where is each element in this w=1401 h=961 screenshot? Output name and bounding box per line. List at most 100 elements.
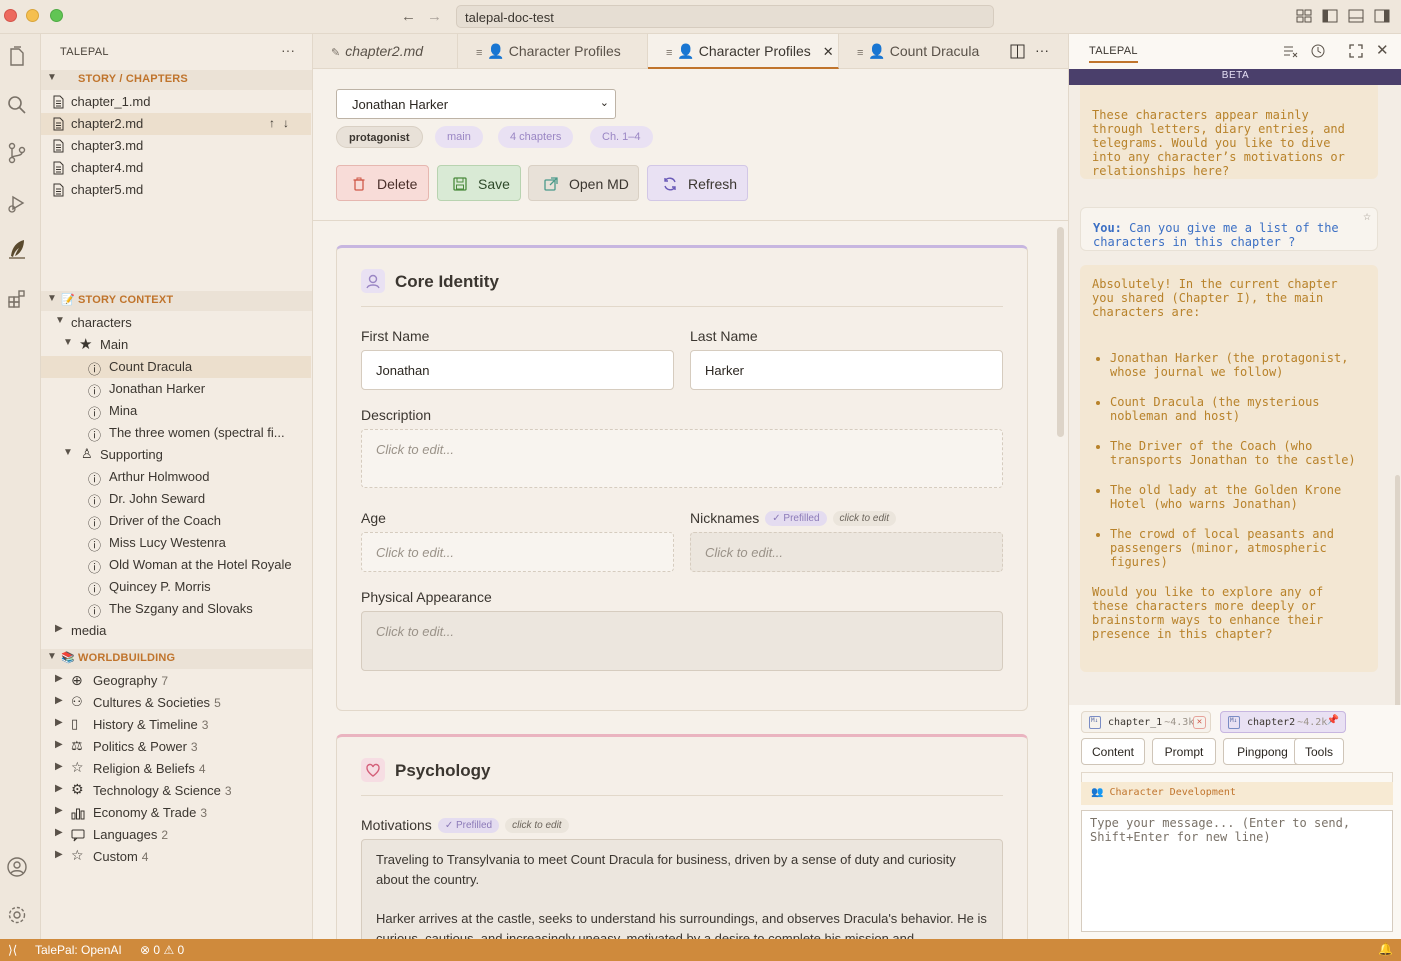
prompt-mode-button[interactable]: Prompt [1152,738,1216,765]
worldbuilding-section[interactable]: ▼ 📚 WORLDBUILDING [41,649,312,669]
explorer-icon[interactable] [6,46,28,68]
character-select[interactable]: Jonathan Harker ⌄ [336,89,616,119]
history-icon[interactable] [1310,43,1326,59]
media-folder[interactable]: ▶ media [41,620,311,642]
character-item[interactable]: ⓘ Mina [41,400,311,422]
description-field[interactable]: Click to edit... [361,429,1003,488]
forward-arrow-icon[interactable]: → [427,8,442,25]
click-to-edit-hint: click to edit [832,511,897,526]
maximize-icon[interactable] [1348,43,1364,59]
back-arrow-icon[interactable]: ← [401,8,416,25]
chevron-right-icon: ▶ [55,623,63,634]
open-md-button[interactable]: Open MD [528,165,639,201]
content-mode-button[interactable]: Content [1081,738,1145,765]
person-icon: ⓘ [88,560,102,575]
world-item-history[interactable]: ▶ ▯ History & Timeline 3 [41,714,311,736]
account-icon[interactable] [6,856,28,878]
character-item[interactable]: ⓘ Arthur Holmwood [41,466,311,488]
command-center-search[interactable]: talepal-doc-test [456,5,994,28]
character-item[interactable]: ⓘ Driver of the Coach [41,510,311,532]
split-editor-icon[interactable] [1010,44,1025,59]
motivations-field[interactable]: Traveling to Transylvania to meet Count … [361,839,1003,939]
extensions-icon[interactable] [6,288,28,310]
talepal-quill-icon[interactable] [6,238,28,260]
story-chapters-section[interactable]: ▼ STORY / CHAPTERS [41,70,312,90]
search-icon[interactable] [6,94,28,116]
toggle-panel-icon[interactable] [1348,8,1364,24]
remote-icon[interactable]: ⟩⟨ [8,943,17,957]
move-up-down-icon[interactable]: ↑↓ [269,116,297,130]
settings-gear-icon[interactable] [6,904,28,926]
context-file-chip[interactable]: M↓ chapter_1 ~4.3k ✕ [1081,711,1211,733]
save-button[interactable]: Save [437,165,521,201]
more-actions-icon[interactable]: ··· [281,42,295,58]
source-control-icon[interactable] [6,142,28,164]
toggle-secondary-sidebar-icon[interactable] [1374,8,1390,24]
world-item-geography[interactable]: ▶ ⊕ Geography 7 [41,670,311,692]
nicknames-field[interactable]: Click to edit... [690,532,1003,572]
first-name-input[interactable]: Jonathan [361,350,674,390]
tab-character-profiles-active[interactable]: ≡ 👤 Character Profiles ✕ [648,34,839,69]
clear-list-icon[interactable] [1282,43,1298,59]
chapter-item[interactable]: chapter2.md ↑↓ [41,113,311,135]
world-item-economy[interactable]: ▶ Economy & Trade 3 [41,802,311,824]
context-file-chip-pinned[interactable]: M↓ chapter2 ~4.2k 📌 [1220,711,1346,733]
age-field[interactable]: Click to edit... [361,532,674,572]
maximize-window-button[interactable] [50,9,63,22]
world-item-technology[interactable]: ▶ ⚙ Technology & Science 3 [41,780,311,802]
character-item[interactable]: ⓘ The three women (spectral fi... [41,422,311,444]
run-debug-icon[interactable] [6,192,28,214]
world-item-religion[interactable]: ▶ ☆ Religion & Beliefs 4 [41,758,311,780]
supporting-group[interactable]: ▼ ♙ Supporting [41,444,311,466]
more-actions-icon[interactable]: ··· [1035,42,1049,58]
chapter-item[interactable]: chapter4.md [41,157,311,179]
problems-status[interactable]: ⊗ 0 ⚠ 0 [140,943,184,957]
notifications-bell-icon[interactable]: 🔔 [1378,942,1393,956]
chat-message-input[interactable]: Type your message... (Enter to send, Shi… [1081,810,1393,932]
pin-icon[interactable]: 📌 [1327,715,1339,726]
character-item[interactable]: ⓘ Old Woman at the Hotel Royale [41,554,311,576]
sidebar: TALEPAL ··· ▼ STORY / CHAPTERS chapter_1.… [41,34,313,939]
heart-icon [361,758,385,782]
world-item-languages[interactable]: ▶ Languages 2 [41,824,311,846]
customize-layout-icon[interactable] [1296,8,1312,24]
story-context-section[interactable]: ▼ 📝 STORY CONTEXT [41,291,312,311]
world-item-cultures[interactable]: ▶ ⚇ Cultures & Societies 5 [41,692,311,714]
chat-messages: These characters appear mainly through l… [1069,85,1401,705]
provider-status[interactable]: TalePal: OpenAI [35,943,122,957]
physical-appearance-field[interactable]: Click to edit... [361,611,1003,671]
character-item[interactable]: ⓘ The Szgany and Slovaks [41,598,311,620]
tools-mode-button[interactable]: Tools [1294,738,1344,765]
remove-icon[interactable]: ✕ [1193,716,1206,729]
toggle-sidebar-icon[interactable] [1322,8,1338,24]
close-icon[interactable]: ✕ [1376,41,1392,59]
last-name-input[interactable]: Harker [690,350,1003,390]
person-icon: ⓘ [88,384,102,399]
editor-tab-bar: ✎ chapter2.md ≡ 👤 Character Profiles ≡ 👤 Ch… [313,34,1068,69]
chat-scrollbar[interactable] [1395,475,1400,705]
chapter-item[interactable]: chapter5.md [41,179,311,201]
minimize-window-button[interactable] [26,9,39,22]
delete-button[interactable]: Delete [336,165,429,201]
character-item[interactable]: ⓘ Dr. John Seward [41,488,311,510]
character-item[interactable]: ⓘ Jonathan Harker [41,378,311,400]
pingpong-mode-button[interactable]: Pingpong [1223,738,1302,765]
refresh-button[interactable]: Refresh [647,165,748,201]
character-item[interactable]: ⓘ Miss Lucy Westenra [41,532,311,554]
characters-folder[interactable]: ▼ characters [41,312,311,334]
main-group[interactable]: ▼ ★ Main [41,334,311,356]
world-item-politics[interactable]: ▶ ⚖ Politics & Power 3 [41,736,311,758]
chapter-item[interactable]: chapter_1.md [41,91,311,113]
tab-chapter2[interactable]: ✎ chapter2.md [313,34,458,69]
editor-scrollbar[interactable] [1057,227,1064,437]
chevron-right-icon: ▶ [55,739,63,750]
world-item-custom[interactable]: ▶ ☆ Custom 4 [41,846,311,868]
character-item[interactable]: ⓘ Count Dracula [41,356,311,378]
tab-character-profiles[interactable]: ≡ 👤 Character Profiles [458,34,648,69]
chapter-item[interactable]: chapter3.md [41,135,311,157]
tab-count-dracula[interactable]: ≡ 👤 Count Dracula [839,34,1001,69]
star-icon[interactable]: ☆ [1363,210,1371,224]
close-window-button[interactable] [4,9,17,22]
character-item[interactable]: ⓘ Quincey P. Morris [41,576,311,598]
close-icon[interactable]: ✕ [823,44,834,59]
